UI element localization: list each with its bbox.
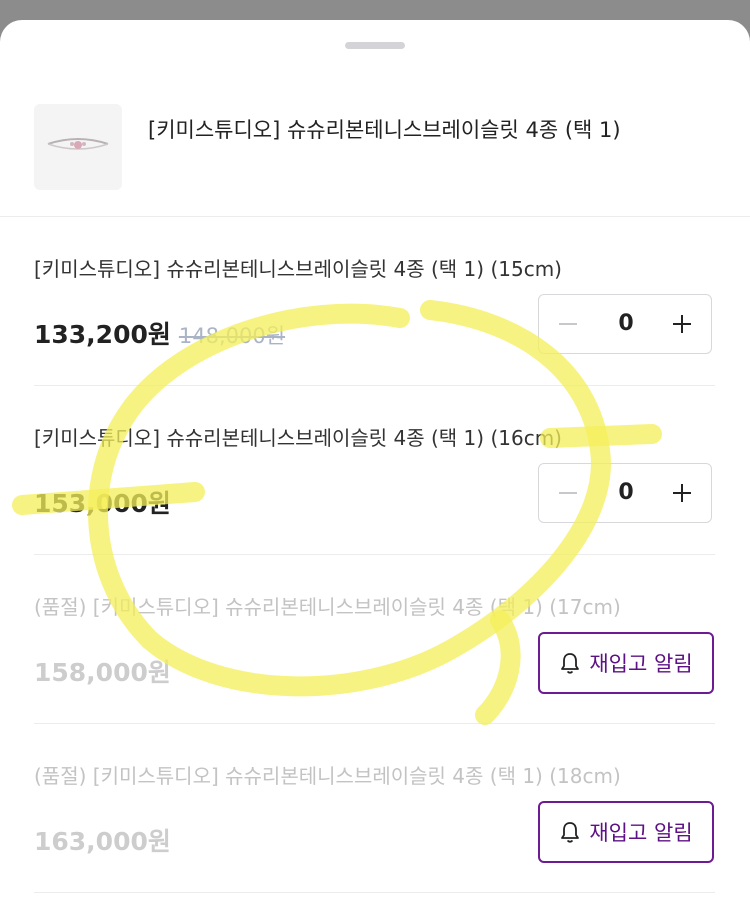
minus-icon [559, 492, 577, 494]
option-name: [키미스튜디오] 슈슈리본테니스브레이슬릿 4종 (택 1) (16cm) [34, 426, 562, 450]
decrease-button[interactable] [539, 295, 597, 353]
restock-alert-button[interactable]: 재입고 알림 [538, 632, 714, 694]
decrease-button[interactable] [539, 464, 597, 522]
increase-button[interactable] [653, 295, 711, 353]
option-price-block: 133,200원 148,000원 [34, 315, 285, 351]
plus-icon [673, 484, 691, 502]
option-price-block: 153,000원 [34, 484, 171, 520]
option-price-block: 163,000원 [34, 822, 171, 858]
product-title: [키미스튜디오] 슈슈리본테니스브레이슬릿 4종 (택 1) [148, 118, 621, 142]
restock-alert-button[interactable]: 재입고 알림 [538, 801, 714, 863]
increase-button[interactable] [653, 464, 711, 522]
quantity-stepper: 0 [538, 294, 712, 354]
option-price: 153,000원 [34, 489, 171, 518]
original-price: 148,000원 [178, 324, 286, 348]
bell-icon [561, 653, 580, 674]
product-header: [키미스튜디오] 슈슈리본테니스브레이슬릿 4종 (택 1) [0, 20, 750, 217]
minus-icon [559, 323, 577, 325]
option-row-16cm: [키미스튜디오] 슈슈리본테니스브레이슬릿 4종 (택 1) (16cm) 15… [34, 386, 715, 555]
bell-icon [561, 822, 580, 843]
option-name: (품절) [키미스튜디오] 슈슈리본테니스브레이슬릿 4종 (택 1) (18c… [34, 764, 621, 788]
option-name: (품절) [키미스튜디오] 슈슈리본테니스브레이슬릿 4종 (택 1) (17c… [34, 595, 621, 619]
option-price-block: 158,000원 [34, 653, 171, 689]
bottom-sheet: [키미스튜디오] 슈슈리본테니스브레이슬릿 4종 (택 1) [키미스튜디오] … [0, 20, 750, 899]
product-thumbnail [34, 104, 122, 190]
plus-icon [673, 315, 691, 333]
quantity-stepper: 0 [538, 463, 712, 523]
quantity-value: 0 [618, 480, 634, 505]
option-price: 158,000원 [34, 658, 171, 687]
option-row-18cm: (품절) [키미스튜디오] 슈슈리본테니스브레이슬릿 4종 (택 1) (18c… [34, 724, 715, 893]
quantity-value: 0 [618, 311, 634, 336]
restock-alert-label: 재입고 알림 [589, 821, 693, 845]
option-price: 133,200원 [34, 320, 171, 349]
option-price: 163,000원 [34, 827, 171, 856]
option-row-15cm: [키미스튜디오] 슈슈리본테니스브레이슬릿 4종 (택 1) (15cm) 13… [34, 217, 715, 386]
restock-alert-label: 재입고 알림 [589, 652, 693, 676]
option-row-17cm: (품절) [키미스튜디오] 슈슈리본테니스브레이슬릿 4종 (택 1) (17c… [34, 555, 715, 724]
option-name: [키미스튜디오] 슈슈리본테니스브레이슬릿 4종 (택 1) (15cm) [34, 257, 562, 281]
